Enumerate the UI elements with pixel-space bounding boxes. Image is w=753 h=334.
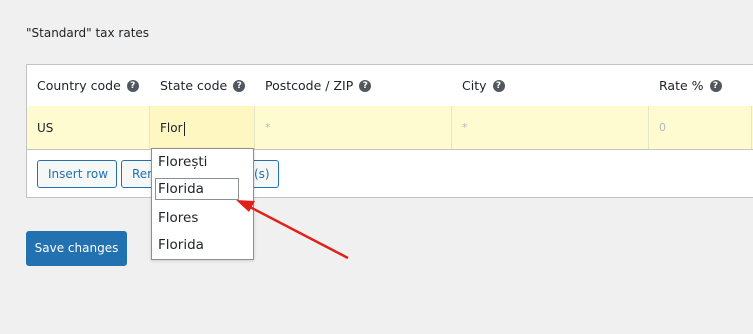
column-header-country-code: Country code ? <box>37 78 139 93</box>
autocomplete-option[interactable]: Flores <box>158 210 198 226</box>
rate-field[interactable]: 0 <box>649 106 752 149</box>
column-header-state-code: State code ? <box>160 78 246 93</box>
help-icon[interactable]: ? <box>126 79 139 92</box>
help-icon[interactable]: ? <box>709 79 722 92</box>
arrow-line <box>247 204 349 260</box>
help-icon[interactable]: ? <box>359 79 372 92</box>
column-header-postcode: Postcode / ZIP ? <box>265 78 372 93</box>
rate-placeholder: 0 <box>659 121 666 134</box>
table-header: Country code ? State code ? Postcode / Z… <box>27 65 753 107</box>
help-icon[interactable]: ? <box>492 79 505 92</box>
column-label: Postcode / ZIP <box>265 78 354 93</box>
autocomplete-option[interactable]: Florida <box>158 237 204 253</box>
postcode-field[interactable]: * <box>255 106 452 149</box>
column-label: Country code <box>37 78 121 93</box>
table-row: US Flor * * 0 <box>27 106 753 150</box>
page-title: "Standard" tax rates <box>26 26 150 40</box>
insert-row-button[interactable]: Insert row <box>37 160 117 188</box>
text-cursor <box>183 121 185 136</box>
city-field[interactable]: * <box>452 106 649 149</box>
autocomplete-option-highlighted[interactable]: Florida <box>158 181 204 197</box>
state-autocomplete-dropdown: Florești Florida Flores Florida <box>151 148 254 260</box>
save-changes-button[interactable]: Save changes <box>26 231 127 266</box>
column-header-city: City ? <box>462 78 505 93</box>
state-code-text: Flor <box>160 121 183 135</box>
autocomplete-option[interactable]: Florești <box>158 154 207 170</box>
column-label: Rate % <box>659 78 704 93</box>
tax-rates-table: Country code ? State code ? Postcode / Z… <box>26 64 753 198</box>
column-header-rate: Rate % ? <box>659 78 722 93</box>
help-icon[interactable]: ? <box>233 79 246 92</box>
postcode-placeholder: * <box>265 121 271 134</box>
state-code-value: Flor <box>160 121 185 136</box>
column-label: State code <box>160 78 228 93</box>
column-label: City <box>462 78 487 93</box>
country-code-value: US <box>37 121 54 135</box>
country-code-field[interactable]: US <box>27 106 150 149</box>
city-placeholder: * <box>462 121 468 134</box>
state-code-field[interactable]: Flor <box>150 106 255 149</box>
